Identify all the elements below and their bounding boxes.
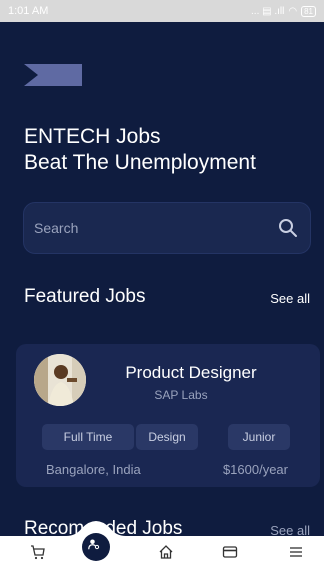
status-bar: 1:01 AM ... ▤ .ıll ◠ 81 xyxy=(0,0,324,22)
nav-card[interactable] xyxy=(222,544,238,560)
tag-full-time: Full Time xyxy=(42,424,134,450)
job-location: Bangalore, India xyxy=(46,462,141,477)
signal-icon: ... ▤ .ıll xyxy=(251,5,285,17)
home-icon[interactable] xyxy=(158,544,174,560)
tag-junior: Junior xyxy=(228,424,290,450)
nav-menu[interactable] xyxy=(288,544,304,560)
search-jobs-icon[interactable] xyxy=(88,538,100,550)
company-name: SAP Labs xyxy=(154,388,208,402)
app-logo xyxy=(24,64,82,86)
search-input[interactable] xyxy=(34,217,264,239)
featured-see-all-link[interactable]: See all xyxy=(270,291,310,306)
featured-jobs-title: Featured Jobs xyxy=(24,286,146,307)
nav-home[interactable] xyxy=(158,544,174,560)
page-headline: ENTECH Jobs Beat The Unemployment xyxy=(24,124,256,176)
headline-line1: ENTECH Jobs xyxy=(24,125,161,148)
status-time: 1:01 AM xyxy=(8,5,49,17)
status-icons: ... ▤ .ıll ◠ 81 xyxy=(251,5,316,17)
menu-icon[interactable] xyxy=(288,544,304,560)
tag-design: Design xyxy=(136,424,198,450)
wifi-icon: ◠ xyxy=(288,5,298,17)
cart-icon[interactable] xyxy=(30,544,46,560)
nav-cart[interactable] xyxy=(30,544,46,560)
battery-icon: 81 xyxy=(301,5,316,17)
search-icon[interactable] xyxy=(278,218,298,238)
card-icon[interactable] xyxy=(222,544,238,560)
job-salary: $1600/year xyxy=(222,462,288,477)
search-box[interactable] xyxy=(23,202,311,254)
featured-job-card[interactable]: Product Designer SAP Labs Full Time Desi… xyxy=(16,344,320,487)
job-title: Product Designer xyxy=(125,363,257,382)
nav-search-jobs[interactable] xyxy=(88,537,100,550)
headline-line2: Beat The Unemployment xyxy=(24,151,256,174)
